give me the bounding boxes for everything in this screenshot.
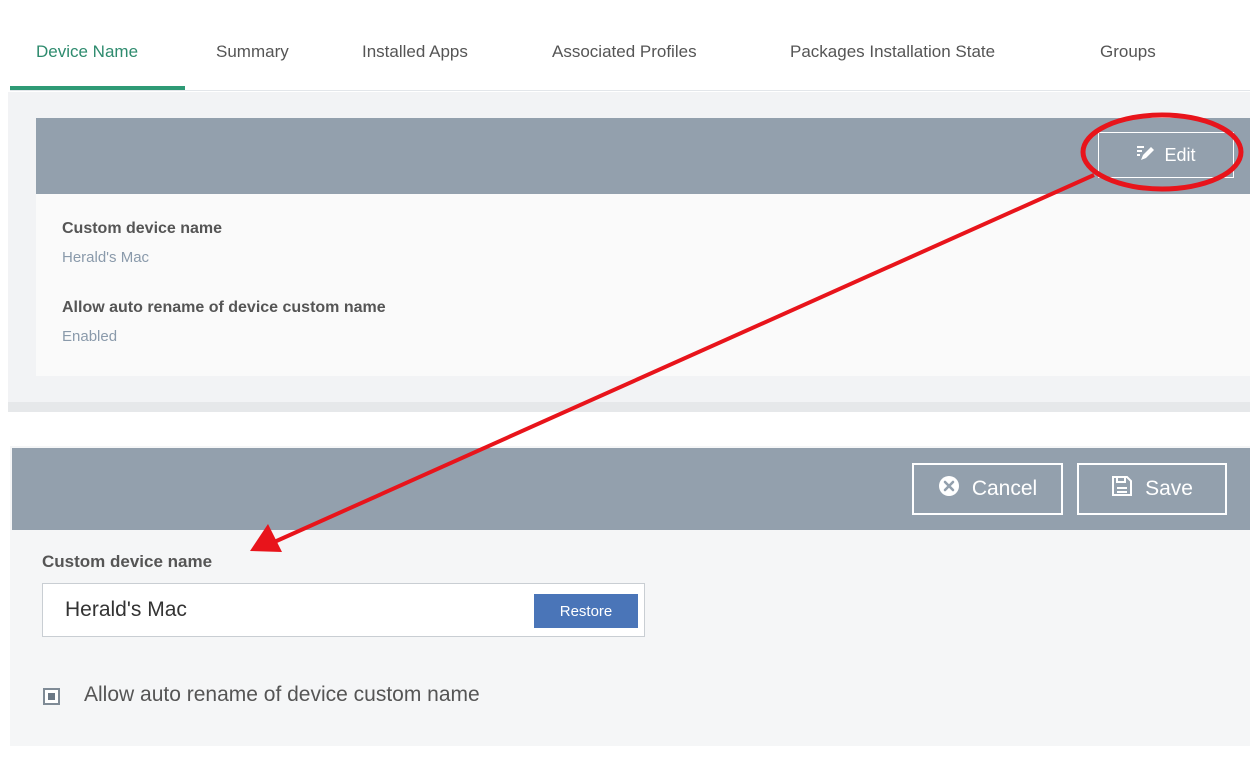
auto-rename-checkbox-label: Allow auto rename of device custom name bbox=[84, 683, 480, 706]
tab-packages-installation-state[interactable]: Packages Installation State bbox=[790, 10, 995, 90]
tab-installed-apps[interactable]: Installed Apps bbox=[362, 10, 468, 90]
cancel-button[interactable]: Cancel bbox=[912, 463, 1063, 515]
tab-device-name[interactable]: Device Name bbox=[36, 10, 138, 90]
tab-groups[interactable]: Groups bbox=[1100, 10, 1156, 90]
tab-bar: Device Name Summary Installed Apps Assoc… bbox=[10, 10, 1250, 91]
save-button[interactable]: Save bbox=[1077, 463, 1227, 515]
edit-button[interactable]: Edit bbox=[1098, 132, 1234, 178]
checkbox-checked-mark bbox=[48, 693, 55, 700]
edit-pencil-icon bbox=[1136, 144, 1156, 167]
auto-rename-label: Allow auto rename of device custom name bbox=[62, 299, 386, 316]
custom-device-name-value: Herald's Mac bbox=[62, 249, 150, 266]
auto-rename-value: Enabled bbox=[62, 328, 118, 345]
edit-panel-header bbox=[12, 448, 1250, 530]
cancel-circle-icon bbox=[938, 475, 960, 503]
custom-device-name-label: Custom device name bbox=[62, 220, 223, 237]
view-panel-header bbox=[36, 118, 1250, 194]
tab-summary[interactable]: Summary bbox=[216, 10, 289, 90]
restore-button[interactable]: Restore bbox=[534, 594, 638, 628]
section-divider bbox=[8, 402, 1250, 412]
save-floppy-icon bbox=[1111, 475, 1133, 503]
custom-device-name-field-label: Custom device name bbox=[42, 552, 213, 571]
cancel-button-label: Cancel bbox=[971, 477, 1038, 500]
active-tab-indicator bbox=[10, 86, 185, 90]
custom-device-name-input[interactable] bbox=[43, 584, 535, 636]
save-button-label: Save bbox=[1145, 477, 1193, 500]
custom-device-name-field: Restore bbox=[42, 583, 645, 637]
section-gap bbox=[8, 412, 1250, 442]
auto-rename-checkbox[interactable] bbox=[43, 688, 60, 705]
edit-button-label: Edit bbox=[1164, 144, 1196, 165]
tab-associated-profiles[interactable]: Associated Profiles bbox=[552, 10, 697, 90]
